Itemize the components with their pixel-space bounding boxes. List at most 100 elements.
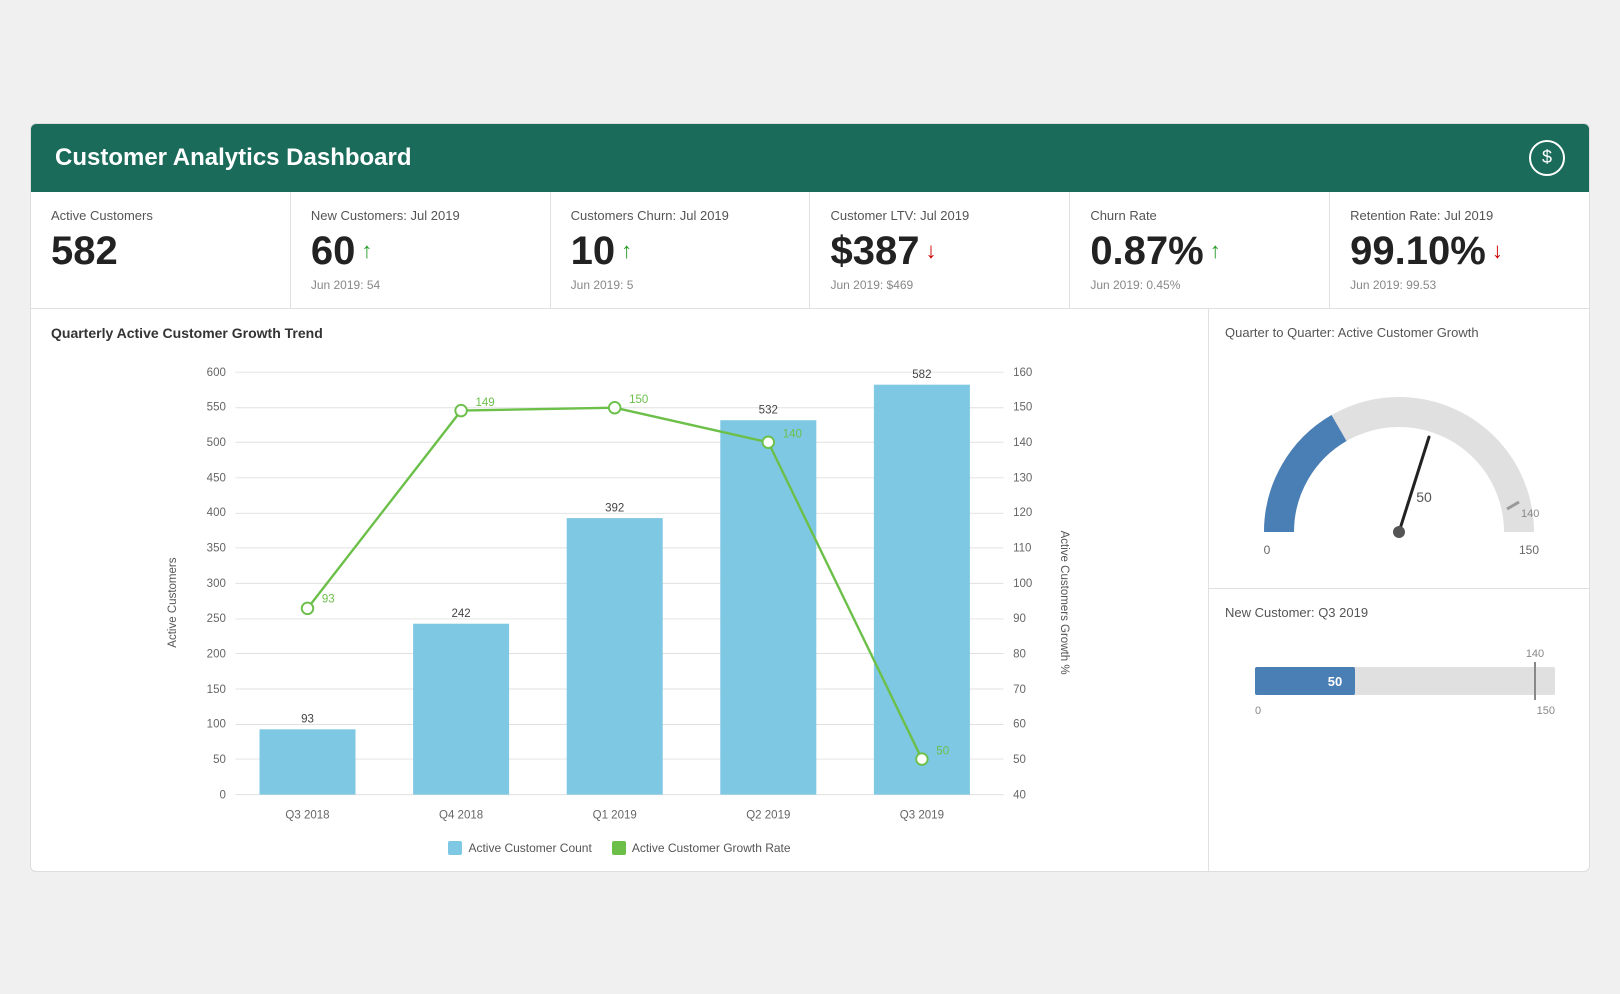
legend-line-box [612,841,626,855]
dashboard-title: Customer Analytics Dashboard [55,144,412,172]
kpi-new-customers-sub: Jun 2019: 54 [311,278,530,292]
svg-text:500: 500 [207,437,226,449]
svg-text:300: 300 [207,578,226,590]
bar-chart-section: Quarterly Active Customer Growth Trend .… [31,309,1209,871]
bar-q4-2018 [413,623,509,794]
svg-text:0: 0 [1255,705,1261,717]
svg-text:50: 50 [1013,753,1026,765]
legend-bar-label: Active Customer Count [468,841,591,855]
legend-line-label: Active Customer Growth Rate [632,841,791,855]
kpi-churn-rate-label: Churn Rate [1090,208,1309,223]
hbar-container: 50 140 0 150 [1225,632,1573,747]
gauge-panel: Quarter to Quarter: Active Customer Grow… [1209,309,1589,589]
growth-dot-q2-2019 [763,436,775,448]
bar-q1-2019 [567,518,663,794]
svg-text:150: 150 [207,683,226,695]
svg-text:Q2 2019: Q2 2019 [746,809,790,821]
kpi-active-customers: Active Customers 582 [31,192,291,308]
svg-text:50: 50 [213,753,226,765]
svg-text:50: 50 [1328,674,1342,689]
svg-text:140: 140 [1521,508,1539,520]
kpi-ltv: Customer LTV: Jul 2019 $387 ↓ Jun 2019: … [810,192,1070,308]
svg-text:150: 150 [1537,705,1555,717]
svg-text:93: 93 [301,713,314,725]
svg-text:Q3 2019: Q3 2019 [900,809,944,821]
gauge-svg: 140 0 150 50 [1239,362,1559,562]
main-content: Quarterly Active Customer Growth Trend .… [31,309,1589,871]
kpi-new-customers: New Customers: Jul 2019 60 ↑ Jun 2019: 5… [291,192,551,308]
svg-text:70: 70 [1013,683,1026,695]
hbar-title: New Customer: Q3 2019 [1225,605,1573,620]
gauge-container: 140 0 150 50 [1225,352,1573,572]
svg-text:140: 140 [1013,437,1032,449]
kpi-ltv-label: Customer LTV: Jul 2019 [830,208,1049,223]
kpi-ltv-arrow: ↓ [925,238,936,264]
svg-text:140: 140 [1526,648,1544,660]
dashboard: Customer Analytics Dashboard $ Active Cu… [30,123,1590,872]
svg-text:450: 450 [207,472,226,484]
kpi-churn-sub: Jun 2019: 5 [571,278,790,292]
svg-text:80: 80 [1013,648,1026,660]
growth-dot-q4-2018 [455,404,467,416]
svg-text:400: 400 [207,507,226,519]
legend-line: Active Customer Growth Rate [612,841,791,855]
svg-text:Q3 2018: Q3 2018 [285,809,329,821]
svg-text:150: 150 [1519,543,1539,557]
kpi-retention-value: 99.10% ↓ [1350,229,1569,274]
bar-q3-2018 [260,729,356,794]
hbar-panel: New Customer: Q3 2019 50 140 [1209,589,1589,763]
svg-text:93: 93 [322,593,335,605]
svg-text:149: 149 [476,396,495,408]
svg-text:350: 350 [207,542,226,554]
hbar-svg: 50 140 0 150 [1245,642,1585,722]
svg-text:Q4 2018: Q4 2018 [439,809,483,821]
svg-text:242: 242 [451,608,470,620]
growth-dot-q1-2019 [609,401,621,413]
svg-text:582: 582 [912,368,931,380]
svg-text:130: 130 [1013,472,1032,484]
kpi-churn-rate-value: 0.87% ↑ [1090,229,1309,274]
kpi-retention-label: Retention Rate: Jul 2019 [1350,208,1569,223]
kpi-ltv-sub: Jun 2019: $469 [830,278,1049,292]
kpi-retention: Retention Rate: Jul 2019 99.10% ↓ Jun 20… [1330,192,1589,308]
legend-bar: Active Customer Count [448,841,591,855]
kpi-active-customers-label: Active Customers [51,208,270,223]
kpi-ltv-value: $387 ↓ [830,229,1049,274]
kpi-churn-rate-arrow: ↑ [1210,238,1221,264]
svg-text:150: 150 [1013,401,1032,413]
bar-q2-2019 [720,420,816,794]
svg-text:110: 110 [1013,542,1031,554]
svg-text:532: 532 [759,404,778,416]
kpi-retention-sub: Jun 2019: 99.53 [1350,278,1569,292]
kpi-churn-label: Customers Churn: Jul 2019 [571,208,790,223]
header: Customer Analytics Dashboard $ [31,124,1589,192]
legend-bar-box [448,841,462,855]
svg-text:100: 100 [207,718,226,730]
svg-text:600: 600 [207,367,226,379]
svg-text:Q1 2019: Q1 2019 [593,809,637,821]
svg-text:90: 90 [1013,612,1026,624]
svg-text:Active Customers Growth %: Active Customers Growth % [1058,530,1070,674]
chart-legend: Active Customer Count Active Customer Gr… [51,841,1188,855]
svg-text:140: 140 [783,428,802,440]
svg-text:150: 150 [629,393,648,405]
kpi-new-customers-arrow: ↑ [361,238,372,264]
bar-q3-2019 [874,384,970,794]
svg-text:100: 100 [1013,578,1032,590]
bar-chart-container: .axis-text { font-size: 12px; fill: #666… [51,353,1188,833]
svg-text:50: 50 [1416,489,1432,505]
right-panels: Quarter to Quarter: Active Customer Grow… [1209,309,1589,871]
svg-text:392: 392 [605,502,624,514]
svg-text:200: 200 [207,648,226,660]
svg-text:120: 120 [1013,507,1032,519]
svg-text:250: 250 [207,612,226,624]
kpi-churn-rate-sub: Jun 2019: 0.45% [1090,278,1309,292]
kpi-churn-value: 10 ↑ [571,229,790,274]
bar-chart-title: Quarterly Active Customer Growth Trend [51,325,1188,341]
bar-chart-svg: .axis-text { font-size: 12px; fill: #666… [51,353,1188,833]
svg-text:Active Customers: Active Customers [167,557,179,647]
svg-text:60: 60 [1013,718,1026,730]
svg-text:160: 160 [1013,367,1032,379]
kpi-new-customers-value: 60 ↑ [311,229,530,274]
kpi-new-customers-label: New Customers: Jul 2019 [311,208,530,223]
